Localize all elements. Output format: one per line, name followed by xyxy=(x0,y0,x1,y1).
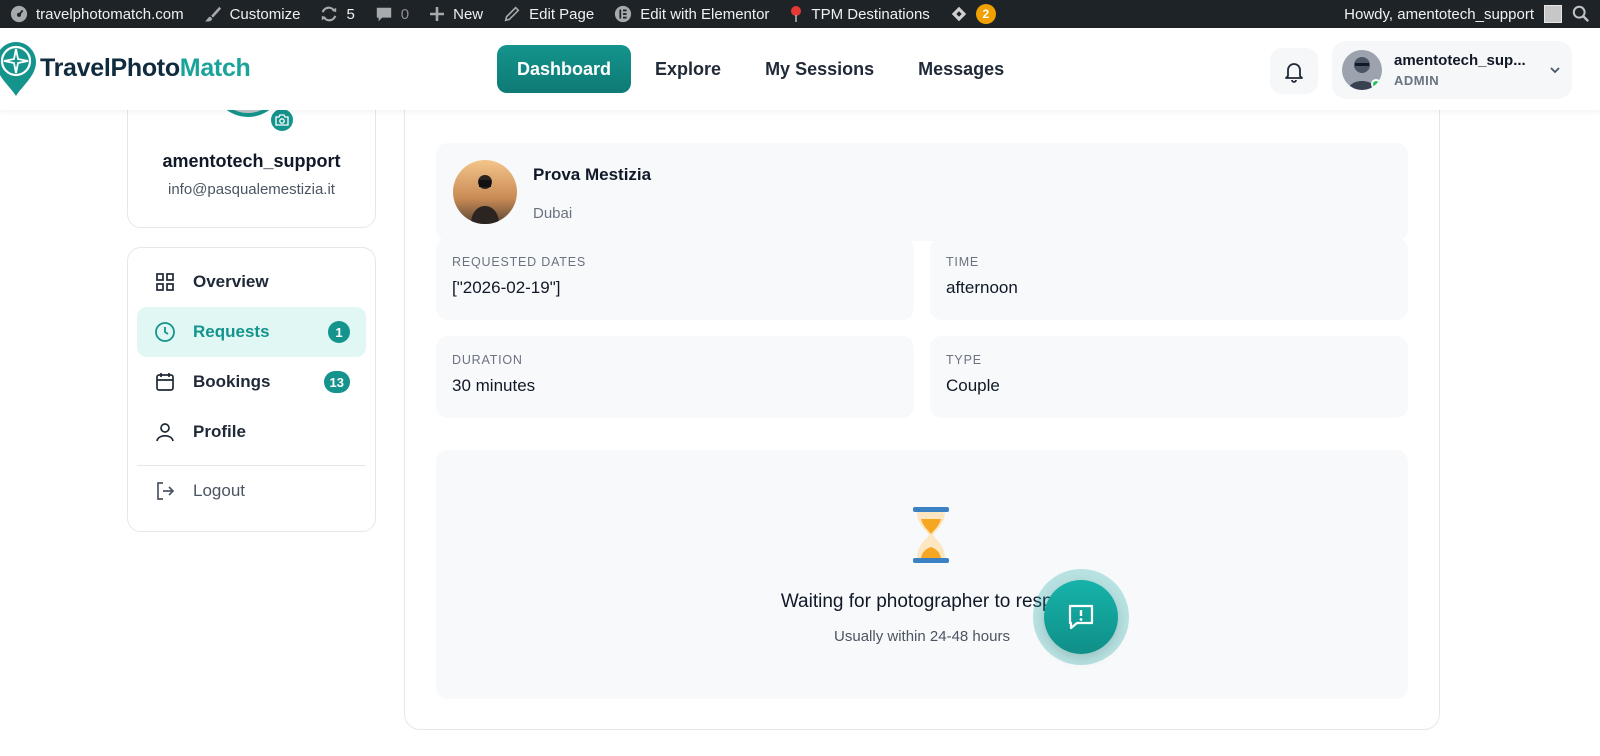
notifications-button[interactable] xyxy=(1270,48,1318,94)
user-name: amentotech_sup... xyxy=(1394,52,1526,69)
user-role: ADMIN xyxy=(1394,73,1440,88)
admin-destinations-label: TPM Destinations xyxy=(811,5,930,23)
admin-plugin-badge: 2 xyxy=(975,4,996,24)
info-value: ["2026-02-19"] xyxy=(452,278,561,297)
sidebar-item-profile[interactable]: Profile xyxy=(137,407,366,457)
admin-site-label: travelphotomatch.com xyxy=(36,5,184,23)
logo-text-part2: Match xyxy=(179,53,251,82)
waiting-status-box: Waiting for photographer to respo Usuall… xyxy=(436,450,1408,699)
admin-customize-link[interactable]: Customize xyxy=(194,0,311,28)
chevron-down-icon xyxy=(1550,67,1560,74)
sidebar-item-label: Bookings xyxy=(193,372,271,391)
admin-comments-count: 0 xyxy=(400,5,410,23)
admin-comments-link[interactable]: 0 xyxy=(365,0,419,28)
nav-explore[interactable]: Explore xyxy=(635,45,741,93)
logo-text-part1: TravelPhoto xyxy=(40,53,180,82)
admin-avatar[interactable] xyxy=(1544,5,1562,23)
info-value: afternoon xyxy=(946,278,1018,297)
sidebar-menu: Overview Requests 1 Bookings 13 Profile … xyxy=(127,247,376,532)
photographer-name: Prova Mestizia xyxy=(533,165,652,184)
sidebar-item-requests[interactable]: Requests 1 xyxy=(137,307,366,357)
admin-edit-page-link[interactable]: Edit Page xyxy=(493,0,604,28)
dashboard-gauge-icon xyxy=(10,5,28,23)
requests-count-badge: 1 xyxy=(328,321,350,343)
clock-icon xyxy=(153,320,177,344)
nav-messages[interactable]: Messages xyxy=(898,45,1024,93)
admin-new-label: New xyxy=(453,5,484,23)
info-value: 30 minutes xyxy=(452,376,536,395)
site-logo[interactable]: TravelPhotoMatch xyxy=(0,40,251,96)
diamond-icon xyxy=(951,6,966,22)
refresh-icon xyxy=(322,6,337,22)
pencil-icon xyxy=(504,6,520,22)
sidebar-item-label: Profile xyxy=(193,422,246,441)
waiting-title: Waiting for photographer to respo xyxy=(780,591,1064,612)
info-label: DURATION xyxy=(452,353,523,367)
message-alert-icon xyxy=(1068,604,1094,630)
logo-text: TravelPhotoMatch xyxy=(40,54,251,83)
user-icon xyxy=(153,420,177,444)
comment-icon xyxy=(376,7,391,22)
type-box: TYPE Couple xyxy=(930,336,1408,418)
admin-updates-count: 5 xyxy=(346,5,355,23)
profile-card: amentotech_support info@pasqualemestizia… xyxy=(127,81,376,228)
admin-plugin-link[interactable]: 2 xyxy=(940,0,1006,28)
user-menu[interactable]: amentotech_sup... ADMIN xyxy=(1332,41,1572,99)
sidebar-item-bookings[interactable]: Bookings 13 xyxy=(137,357,366,407)
calendar-icon xyxy=(153,370,177,394)
request-details-panel: Prova Mestizia Dubai REQUESTED DATES ["2… xyxy=(404,90,1440,730)
hourglass-icon xyxy=(913,507,949,563)
photographer-location: Dubai xyxy=(533,205,573,222)
brush-icon xyxy=(204,6,221,22)
nav-dashboard[interactable]: Dashboard xyxy=(497,45,632,93)
info-value: Couple xyxy=(946,376,1000,395)
sidebar-item-label: Requests xyxy=(193,322,270,341)
sidebar-item-label: Overview xyxy=(193,272,269,291)
photographer-card[interactable]: Prova Mestizia Dubai xyxy=(436,143,1408,241)
admin-howdy[interactable]: Howdy, amentotech_support xyxy=(1344,6,1534,23)
admin-site-link[interactable]: travelphotomatch.com xyxy=(0,0,194,28)
online-status-dot xyxy=(1371,79,1381,89)
bookings-count-badge: 13 xyxy=(323,371,350,393)
admin-new-link[interactable]: New xyxy=(419,0,493,28)
info-label: TIME xyxy=(946,255,980,269)
duration-box: DURATION 30 minutes xyxy=(436,336,914,418)
photographer-avatar xyxy=(453,160,517,224)
requested-dates-box: REQUESTED DATES ["2026-02-19"] xyxy=(436,238,914,320)
search-icon[interactable] xyxy=(1572,5,1590,23)
admin-elementor-link[interactable]: Edit with Elementor xyxy=(604,0,779,28)
info-label: REQUESTED DATES xyxy=(452,255,587,269)
info-label: TYPE xyxy=(946,353,982,367)
plus-icon xyxy=(430,7,445,21)
bell-icon xyxy=(1285,63,1303,83)
admin-customize-label: Customize xyxy=(229,5,301,23)
admin-elementor-label: Edit with Elementor xyxy=(640,5,770,23)
admin-updates-link[interactable]: 5 xyxy=(310,0,364,28)
sidebar-item-logout[interactable]: Logout xyxy=(137,466,366,516)
profile-email: info@pasqualemestizia.it xyxy=(168,181,335,198)
change-photo-button[interactable] xyxy=(268,106,296,134)
avatar xyxy=(1342,50,1382,90)
nav-my-sessions[interactable]: My Sessions xyxy=(745,45,894,93)
logo-compass-icon xyxy=(0,42,36,96)
wp-admin-bar: travelphotomatch.com Customize 5 0 New E… xyxy=(0,0,1600,28)
logout-icon xyxy=(153,479,177,503)
sidebar-item-overview[interactable]: Overview xyxy=(137,257,366,307)
pin-icon xyxy=(791,6,802,22)
site-header: TravelPhotoMatch Dashboard Explore My Se… xyxy=(0,28,1600,110)
main-nav: Dashboard Explore My Sessions Messages xyxy=(497,45,1024,93)
admin-destinations-link[interactable]: TPM Destinations xyxy=(779,0,939,28)
waiting-subtitle: Usually within 24-48 hours xyxy=(834,628,1010,645)
grid-icon xyxy=(153,270,177,294)
profile-username: amentotech_support xyxy=(162,151,341,171)
elementor-icon xyxy=(615,5,632,23)
time-box: TIME afternoon xyxy=(930,238,1408,320)
admin-edit-page-label: Edit Page xyxy=(529,5,595,23)
sidebar-item-label: Logout xyxy=(193,481,245,500)
feedback-fab[interactable] xyxy=(1033,569,1129,665)
camera-icon xyxy=(275,114,289,126)
feedback-button[interactable] xyxy=(1044,580,1118,654)
